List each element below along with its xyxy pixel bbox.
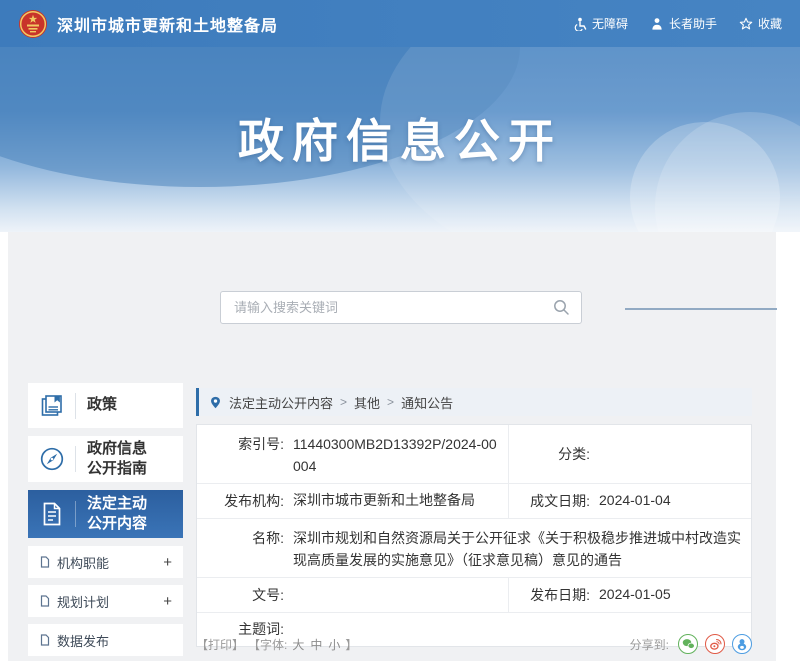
favorite-label: 收藏 [758, 15, 782, 32]
weibo-share-icon[interactable] [705, 634, 725, 654]
doc-footer: 【打印】 【字体: 大 中 小 】 分享到: [196, 634, 752, 654]
elder-assistant-icon [650, 17, 664, 31]
font-size-small[interactable]: 小 [327, 636, 341, 653]
sidebar-subitem-label: 规划计划 [57, 592, 109, 611]
share-label: 分享到: [630, 636, 669, 653]
field-label-index-no: 索引号: [197, 434, 293, 455]
banner: 政府信息公开 [0, 47, 800, 232]
national-emblem-icon [18, 9, 48, 39]
table-row: 索引号: 11440300MB2D13392P/2024-00004 分类: [197, 425, 751, 483]
field-value-written-date: 2024-01-04 [599, 490, 751, 512]
sidebar-item-planning[interactable]: 规划计划 + [28, 585, 183, 617]
sidebar-subitem-label: 机构职能 [57, 553, 109, 572]
field-label-doc-no: 文号: [197, 585, 293, 606]
sidebar-item-org-functions[interactable]: 机构职能 + [28, 546, 183, 578]
compass-icon [28, 446, 75, 472]
font-size-suffix: 】 [345, 636, 357, 653]
field-value-issuing-agency: 深圳市城市更新和土地整备局 [293, 490, 508, 512]
font-size-prefix: 【字体: [248, 636, 287, 653]
sidebar-item-label: 法定主动公开内容 [76, 494, 152, 535]
page-title: 政府信息公开 [0, 105, 800, 171]
search-box [220, 291, 582, 324]
search-icon [553, 299, 570, 316]
sidebar-item-label: 政策 [76, 395, 117, 415]
accessibility-icon [573, 17, 587, 31]
page-icon [39, 556, 51, 568]
field-label-written-date: 成文日期: [509, 491, 599, 512]
sidebar-item-label: 政府信息公开指南 [76, 439, 152, 480]
breadcrumb-item[interactable]: 通知公告 [401, 393, 453, 412]
qq-share-icon[interactable] [732, 634, 752, 654]
breadcrumb-separator: > [387, 395, 394, 409]
accessibility-label: 无障碍 [592, 15, 628, 32]
policy-books-icon [28, 393, 75, 419]
font-size-large[interactable]: 大 [291, 636, 305, 653]
field-value-title: 深圳市规划和自然资源局关于公开征求《关于积极稳步推进城中村改造实现高质量发展的实… [293, 528, 751, 571]
page-icon [39, 634, 51, 646]
accessibility-link[interactable]: 无障碍 [573, 15, 628, 32]
page-icon [39, 595, 51, 607]
topbar: 深圳市城市更新和土地整备局 无障碍 长者助手 [0, 0, 800, 47]
sidebar-subitem-label: 数据发布 [57, 631, 109, 650]
breadcrumb: 法定主动公开内容 > 其他 > 通知公告 [196, 388, 752, 416]
field-value-publish-date: 2024-01-05 [599, 584, 751, 606]
info-table: 索引号: 11440300MB2D13392P/2024-00004 分类: 发… [196, 424, 752, 647]
breadcrumb-item[interactable]: 法定主动公开内容 [229, 393, 333, 412]
table-row: 发布机构: 深圳市城市更新和土地整备局 成文日期: 2024-01-04 [197, 483, 751, 518]
font-size-medium[interactable]: 中 [309, 636, 323, 653]
sidebar-item-data-release[interactable]: 数据发布 [28, 624, 183, 656]
field-label-title: 名称: [197, 528, 293, 549]
sidebar-item-statutory-disclosure[interactable]: 法定主动公开内容 [28, 490, 183, 538]
sidebar-item-guide[interactable]: 政府信息公开指南 [28, 436, 183, 482]
share-bar: 分享到: [630, 634, 752, 654]
breadcrumb-separator: > [340, 395, 347, 409]
table-row: 文号: 发布日期: 2024-01-05 [197, 577, 751, 612]
print-font-controls: 【打印】 【字体: 大 中 小 】 [196, 636, 357, 653]
elder-assistant-link[interactable]: 长者助手 [650, 15, 717, 32]
field-label-issuing-agency: 发布机构: [197, 491, 293, 512]
expand-plus-icon[interactable]: + [163, 594, 172, 609]
page: 深圳市城市更新和土地整备局 无障碍 长者助手 [0, 0, 800, 661]
search-input[interactable] [221, 300, 553, 315]
decorative-line [625, 308, 777, 310]
site-title: 深圳市城市更新和土地整备局 [57, 12, 278, 36]
table-row: 名称: 深圳市规划和自然资源局关于公开征求《关于积极稳步推进城中村改造实现高质量… [197, 518, 751, 577]
favorite-link[interactable]: 收藏 [739, 15, 782, 32]
document-icon [28, 501, 75, 527]
content-panel: 政策 政府信息公开指南 [8, 232, 776, 661]
brand: 深圳市城市更新和土地整备局 [18, 9, 278, 39]
field-label-category: 分类: [509, 444, 599, 465]
print-button[interactable]: 【打印】 [196, 636, 244, 653]
breadcrumb-item[interactable]: 其他 [354, 393, 380, 412]
expand-plus-icon[interactable]: + [163, 555, 172, 570]
star-icon [739, 17, 753, 31]
search-button[interactable] [553, 299, 581, 316]
sidebar-item-policy[interactable]: 政策 [28, 383, 183, 428]
elder-assistant-label: 长者助手 [669, 15, 717, 32]
topbar-links: 无障碍 长者助手 收藏 [573, 15, 782, 32]
field-value-index-no: 11440300MB2D13392P/2024-00004 [293, 434, 508, 477]
location-pin-icon [209, 395, 222, 410]
wechat-share-icon[interactable] [678, 634, 698, 654]
field-label-publish-date: 发布日期: [509, 585, 599, 606]
